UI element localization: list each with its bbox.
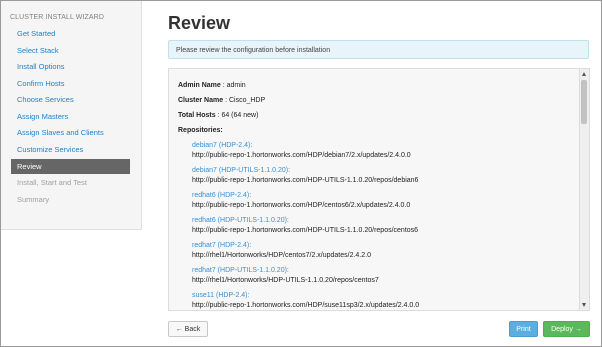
- cluster-name-value: : Cisco_HDP: [223, 97, 266, 104]
- sidebar-item-confirm-hosts[interactable]: Confirm Hosts: [11, 76, 130, 91]
- repo-url: http://public-repo-1.hortonworks.com/HDP…: [192, 202, 411, 209]
- sidebar-item-install-start-test: Install, Start and Test: [17, 178, 87, 187]
- admin-name-value: : admin: [220, 82, 246, 89]
- repo-name: debian7 (HDP-UTILS-1.1.0.20):: [192, 167, 291, 174]
- sidebar-item-summary: Summary: [17, 195, 50, 204]
- sidebar-item-choose-services[interactable]: Choose Services: [11, 92, 130, 107]
- sidebar-item-review[interactable]: Review: [11, 159, 130, 174]
- repo-url: http://public-repo-1.hortonworks.com/HDP…: [192, 177, 419, 184]
- cluster-name-label: Cluster Name: [178, 97, 224, 104]
- repo-name: redhat7 (HDP-2.4):: [192, 242, 252, 249]
- total-hosts-row: Total Hosts : 64 (64 new): [178, 112, 258, 119]
- page-title: Review: [168, 13, 231, 33]
- repo-name: redhat6 (HDP-2.4):: [192, 192, 252, 199]
- repo-url: http://public-repo-1.hortonworks.com/HDP…: [192, 227, 419, 234]
- repositories-label: Repositories: [178, 127, 221, 134]
- admin-name-row: Admin Name : admin: [178, 82, 246, 89]
- repo-url: http://rhel1/Hortonworks/HDP/centos7/2.x…: [192, 252, 371, 259]
- repo-url: http://public-repo-1.hortonworks.com/HDP…: [192, 302, 420, 309]
- back-button[interactable]: ← Back: [168, 321, 208, 337]
- repo-name: debian7 (HDP-2.4):: [192, 142, 253, 149]
- repo-name: suse11 (HDP-2.4):: [192, 292, 250, 299]
- review-scrollbar[interactable]: [579, 69, 589, 310]
- total-hosts-label: Total Hosts: [178, 112, 216, 119]
- total-hosts-value: : 64 (64 new): [215, 112, 259, 119]
- sidebar-item-select-stack[interactable]: Select Stack: [11, 43, 130, 58]
- sidebar-item-customize-services[interactable]: Customize Services: [11, 142, 130, 157]
- repo-name: redhat6 (HDP-UTILS-1.1.0.20):: [192, 217, 289, 224]
- admin-name-label: Admin Name: [178, 82, 221, 89]
- cluster-name-row: Cluster Name : Cisco_HDP: [178, 97, 265, 104]
- scroll-down-arrow-icon[interactable]: [582, 303, 586, 307]
- wizard-sidebar: CLUSTER INSTALL WIZARD Get Started Selec…: [1, 1, 142, 230]
- sidebar-item-install-options[interactable]: Install Options: [11, 59, 130, 74]
- sidebar-item-assign-slaves[interactable]: Assign Slaves and Clients: [11, 125, 130, 140]
- repositories-row: Repositories:: [178, 127, 223, 134]
- scrollbar-thumb[interactable]: [581, 80, 587, 124]
- deploy-button[interactable]: Deploy →: [543, 321, 590, 337]
- sidebar-title: CLUSTER INSTALL WIZARD: [10, 14, 104, 21]
- repo-name: redhat7 (HDP-UTILS-1.1.0.20):: [192, 267, 289, 274]
- info-alert: Please review the configuration before i…: [168, 40, 589, 59]
- sidebar-item-get-started[interactable]: Get Started: [11, 26, 130, 41]
- print-button[interactable]: Print: [509, 321, 538, 337]
- repo-url: http://public-repo-1.hortonworks.com/HDP…: [192, 152, 411, 159]
- wizard-window: CLUSTER INSTALL WIZARD Get Started Selec…: [0, 0, 602, 347]
- review-panel[interactable]: Admin Name : admin Cluster Name : Cisco_…: [168, 68, 590, 311]
- repo-url: http://rhel1/Hortonworks/HDP-UTILS-1.1.0…: [192, 277, 379, 284]
- sidebar-item-assign-masters[interactable]: Assign Masters: [11, 109, 130, 124]
- scroll-up-arrow-icon[interactable]: [582, 72, 586, 76]
